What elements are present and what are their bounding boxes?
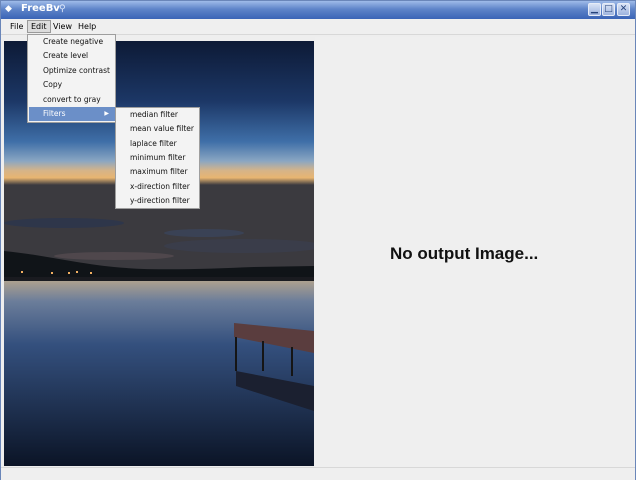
menu-item-mean-value-filter[interactable]: mean value filter	[117, 122, 199, 136]
menu-item-create-level[interactable]: Create level	[29, 49, 115, 63]
menu-item-filters-label: Filters	[43, 109, 66, 118]
pin-icon[interactable]: ⚲	[59, 3, 69, 15]
maximize-icon: □	[604, 4, 613, 14]
output-placeholder-text: No output Image...	[390, 244, 539, 263]
maximize-button[interactable]: □	[602, 3, 615, 16]
window-title: FreeBv	[21, 3, 60, 14]
menu-item-copy[interactable]: Copy	[29, 78, 115, 92]
menu-edit[interactable]: Edit	[27, 20, 51, 33]
menu-item-convert-to-gray[interactable]: convert to gray	[29, 93, 115, 107]
filters-submenu: median filter mean value filter laplace …	[115, 107, 200, 209]
minimize-button[interactable]: ▁	[588, 3, 601, 16]
menu-item-median-filter[interactable]: median filter	[117, 108, 199, 122]
menu-item-optimize-contrast[interactable]: Optimize contrast	[29, 64, 115, 78]
menu-view[interactable]: View	[50, 20, 75, 33]
app-window: ◆ FreeBv ⚲ ▁ □ ✕ File Edit View Help No …	[0, 0, 636, 480]
menu-help[interactable]: Help	[75, 20, 99, 33]
menu-file[interactable]: File	[7, 20, 26, 33]
title-bar[interactable]: ◆ FreeBv ⚲ ▁ □ ✕	[1, 1, 635, 19]
menu-item-x-direction-filter[interactable]: x-direction filter	[117, 180, 199, 194]
menu-bar: File Edit View Help	[1, 19, 635, 35]
status-bar	[1, 467, 635, 480]
minimize-icon: ▁	[591, 4, 598, 14]
menu-item-y-direction-filter[interactable]: y-direction filter	[117, 194, 199, 208]
edit-dropdown-menu: Create negative Create level Optimize co…	[27, 34, 116, 123]
app-icon[interactable]: ◆	[5, 4, 16, 15]
menu-item-create-negative[interactable]: Create negative	[29, 35, 115, 49]
menu-item-filters[interactable]: Filters ▶	[29, 107, 115, 121]
submenu-arrow-icon: ▶	[104, 110, 109, 117]
menu-item-maximum-filter[interactable]: maximum filter	[117, 165, 199, 179]
close-icon: ✕	[619, 4, 628, 14]
close-button[interactable]: ✕	[617, 3, 630, 16]
menu-item-laplace-filter[interactable]: laplace filter	[117, 137, 199, 151]
menu-item-minimum-filter[interactable]: minimum filter	[117, 151, 199, 165]
